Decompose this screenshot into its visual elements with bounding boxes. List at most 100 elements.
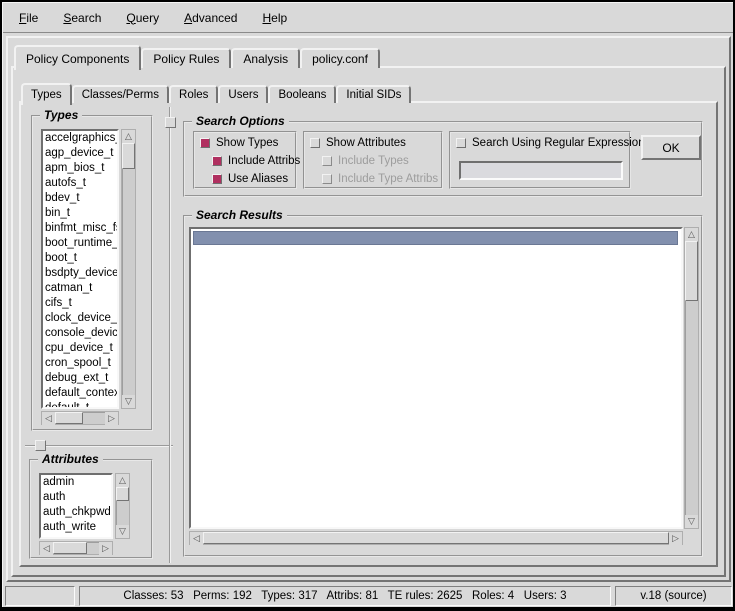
list-item[interactable]: default_context [43, 386, 117, 401]
list-item[interactable]: clock_device_t [43, 311, 117, 326]
scroll-right-button[interactable]: ▷ [669, 532, 682, 545]
scroll-left-button[interactable]: ◁ [40, 542, 53, 555]
show-attributes-label: Show Attributes [326, 137, 406, 149]
tab-initial-sids[interactable]: Initial SIDs [336, 85, 411, 103]
list-item[interactable]: default_t [43, 401, 117, 409]
scrollbar-trough[interactable] [87, 542, 99, 554]
show-attributes-checkbox[interactable]: Show Attributes [310, 137, 406, 149]
types-vertical-scrollbar[interactable]: △ ▽ [121, 129, 136, 409]
list-item[interactable]: apm_bios_t [43, 161, 117, 176]
scrollbar-trough[interactable] [685, 301, 698, 515]
show-types-checkbox[interactable]: Show Types [200, 137, 278, 149]
regex-checkbox[interactable]: Search Using Regular Expression [456, 137, 645, 149]
scroll-up-button[interactable]: △ [685, 228, 698, 241]
menu-search[interactable]: Search [59, 9, 105, 27]
scrollbar-thumb[interactable] [55, 412, 83, 424]
include-attribs-label: Include Attribs [228, 155, 300, 167]
scrollbar-thumb[interactable] [122, 143, 135, 169]
menu-file[interactable]: File [15, 9, 42, 27]
list-item[interactable]: cron_spool_t [43, 356, 117, 371]
list-item[interactable]: accelgraphics_e [43, 131, 117, 146]
scrollbar-trough[interactable] [83, 412, 105, 424]
tab-policy-components[interactable]: Policy Components [14, 45, 141, 70]
tab-users[interactable]: Users [218, 85, 268, 103]
search-results-title: Search Results [192, 208, 287, 222]
results-horizontal-scrollbar[interactable]: ◁ ▷ [189, 531, 683, 545]
types-listbox[interactable]: accelgraphics_eagp_device_tapm_bios_taut… [41, 129, 119, 409]
list-item[interactable]: auth_write [41, 520, 111, 535]
attributes-vertical-scrollbar[interactable]: △ ▽ [115, 473, 130, 539]
scroll-up-button[interactable]: △ [116, 474, 129, 487]
tab-classes-perms[interactable]: Classes/Perms [72, 85, 169, 103]
regex-label: Search Using Regular Expression [472, 137, 645, 149]
horizontal-sash-handle[interactable] [35, 440, 46, 451]
list-item[interactable]: console_device [43, 326, 117, 341]
list-item[interactable]: autofs_t [43, 176, 117, 191]
main-frame: Policy Components Policy Rules Analysis … [6, 36, 731, 582]
scrollbar-trough[interactable] [116, 501, 129, 525]
list-item[interactable]: binfmt_misc_fs [43, 221, 117, 236]
scrollbar-thumb[interactable] [53, 542, 87, 554]
tab-roles[interactable]: Roles [169, 85, 218, 103]
include-attribs-checkbox[interactable]: Include Attribs [212, 155, 300, 167]
scrollbar-trough[interactable] [122, 169, 135, 395]
search-results-group: Search Results △ ▽ ◁ ▷ [183, 215, 703, 557]
up-triangle-icon: △ [688, 229, 695, 240]
types-horizontal-scrollbar[interactable]: ◁ ▷ [41, 411, 119, 425]
list-item[interactable]: auth [41, 490, 111, 505]
right-triangle-icon: ▷ [672, 533, 679, 544]
menu-advanced[interactable]: Advanced [180, 9, 241, 27]
use-aliases-checkbox[interactable]: Use Aliases [212, 173, 288, 185]
scroll-up-button[interactable]: △ [122, 130, 135, 143]
list-item[interactable]: cpu_device_t [43, 341, 117, 356]
list-item[interactable]: boot_t [43, 251, 117, 266]
search-options-title: Search Options [192, 114, 289, 128]
attributes-listbox[interactable]: adminauthauth_chkpwdauth_write [39, 473, 113, 539]
list-item[interactable]: bsdpty_device_ [43, 266, 117, 281]
scroll-down-button[interactable]: ▽ [122, 395, 135, 408]
tab-policy-rules[interactable]: Policy Rules [141, 48, 231, 68]
scroll-right-button[interactable]: ▷ [105, 412, 118, 425]
scrollbar-thumb[interactable] [203, 532, 669, 544]
tab-policy-conf[interactable]: policy.conf [300, 48, 380, 68]
list-item[interactable]: admin [41, 475, 111, 490]
include-types-checkbox[interactable]: Include Types [322, 155, 409, 167]
vertical-sash-handle[interactable] [165, 117, 176, 128]
scroll-right-button[interactable]: ▷ [99, 542, 112, 555]
list-item[interactable]: cifs_t [43, 296, 117, 311]
ok-button[interactable]: OK [641, 135, 701, 160]
regex-entry[interactable] [459, 161, 623, 180]
types-tab-panel: Types accelgraphics_eagp_device_tapm_bio… [19, 101, 718, 567]
list-item[interactable]: boot_runtime_t [43, 236, 117, 251]
scrollbar-thumb[interactable] [116, 487, 129, 501]
down-triangle-icon: ▽ [119, 526, 126, 537]
menu-help[interactable]: Help [258, 9, 291, 27]
policy-stats: Classes: 53 Perms: 192 Types: 317 Attrib… [79, 586, 611, 606]
regex-groupbox: Search Using Regular Expression [449, 131, 631, 189]
scroll-down-button[interactable]: ▽ [685, 515, 698, 528]
status-bar: Classes: 53 Perms: 192 Types: 317 Attrib… [3, 585, 734, 608]
tab-analysis[interactable]: Analysis [231, 48, 300, 68]
scroll-left-button[interactable]: ◁ [42, 412, 55, 425]
list-item[interactable]: catman_t [43, 281, 117, 296]
results-vertical-scrollbar[interactable]: △ ▽ [684, 227, 699, 529]
tab-types[interactable]: Types [21, 83, 72, 105]
left-triangle-icon: ◁ [193, 533, 200, 544]
tab-booleans[interactable]: Booleans [268, 85, 336, 103]
search-results-text[interactable] [189, 227, 683, 529]
right-triangle-icon: ▷ [102, 543, 109, 554]
list-item[interactable]: auth_chkpwd [41, 505, 111, 520]
attributes-horizontal-scrollbar[interactable]: ◁ ▷ [39, 541, 113, 555]
checkbox-indicator-icon [212, 156, 222, 166]
scroll-down-button[interactable]: ▽ [116, 525, 129, 538]
scroll-left-button[interactable]: ◁ [190, 532, 203, 545]
list-item[interactable]: bdev_t [43, 191, 117, 206]
show-attributes-groupbox: Show Attributes Include Types Include Ty… [303, 131, 443, 189]
include-type-attribs-checkbox[interactable]: Include Type Attribs [322, 173, 438, 185]
scrollbar-thumb[interactable] [685, 241, 698, 301]
menu-query[interactable]: Query [122, 9, 163, 27]
list-item[interactable]: agp_device_t [43, 146, 117, 161]
horizontal-sash-line [25, 445, 173, 447]
list-item[interactable]: debug_ext_t [43, 371, 117, 386]
list-item[interactable]: bin_t [43, 206, 117, 221]
